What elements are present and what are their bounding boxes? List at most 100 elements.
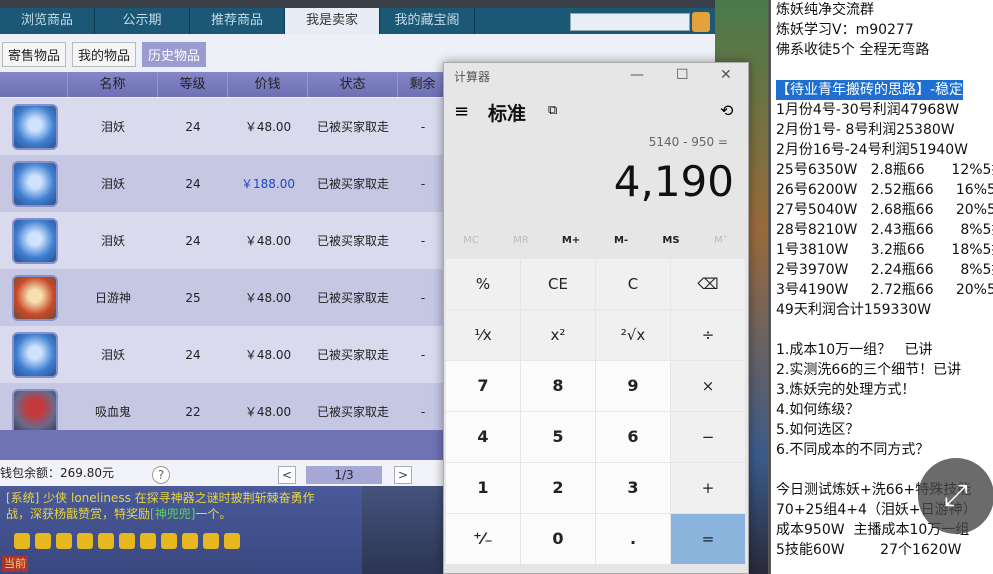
notepad-line: 25号6350W 2.8瓶66 12%5技 (776, 162, 993, 178)
notepad-line: 炼妖学习V：m90277 (776, 22, 914, 38)
keep-on-top-icon[interactable]: ⧉ (548, 103, 557, 118)
pet-status: 已被买家取走 (316, 405, 389, 419)
pet-level: 24 (185, 347, 201, 362)
pet-icon-cell (0, 103, 68, 150)
pet-name: 日游神 (94, 291, 131, 305)
notepad-line: 2月份1号- 8号利润25380W (776, 122, 955, 138)
chat-line-end: 一个。 (195, 507, 232, 521)
key-6-button[interactable]: 6 (596, 412, 670, 462)
chat-item-link[interactable]: [神兜兜] (150, 507, 195, 521)
broom-icon[interactable] (161, 533, 177, 549)
prev-page-button[interactable]: < (278, 466, 296, 484)
col-remain: 剩余 (398, 72, 448, 97)
table-footer-band (0, 430, 445, 460)
maximize-icon[interactable]: ☐ (676, 67, 689, 83)
col-name: 名称 (68, 72, 158, 97)
key-percent-button[interactable]: % (446, 259, 520, 309)
key-equals-button[interactable]: = (671, 514, 745, 564)
notepad-line: 【待业青年搬砖的思路】-稳定 (776, 80, 964, 100)
history-icon[interactable]: ⟲ (720, 101, 733, 120)
menu-icon[interactable]: ≡ (454, 101, 469, 122)
expand-icon[interactable]: ⤢ (918, 458, 993, 534)
doc-icon[interactable] (119, 533, 135, 549)
notepad-line: 炼妖纯净交流群 (776, 2, 874, 18)
keypad: % CE C ⌫ ¹⁄x x² ²√x ÷ 7 8 9 × 4 5 6− 1 2 3 + ⁺⁄₋ 0. = (446, 259, 745, 564)
notepad-line: 1.成本10万一组？ 已讲 (776, 342, 933, 358)
lock-icon[interactable] (140, 533, 156, 549)
pet-status: 已被买家取走 (316, 291, 389, 305)
notepad-line: 28号8210W 2.43瓶66 8%5技 (776, 222, 993, 238)
pet-status: 已被买家取走 (316, 348, 389, 362)
arrow-up-icon[interactable] (35, 533, 51, 549)
minimize-icon[interactable]: — (630, 67, 644, 83)
memory-button[interactable]: MS (646, 235, 696, 246)
pet-level: 24 (185, 119, 201, 134)
pet-status: 已被买家取走 (316, 120, 389, 134)
pet-remain: - (420, 233, 426, 248)
memory-button[interactable]: M- (596, 235, 646, 246)
memory-button[interactable]: M+ (546, 235, 596, 246)
subtab-history[interactable]: 历史物品 (142, 42, 207, 67)
chat-bubble-icon[interactable] (182, 533, 198, 549)
pet-name: 吸血鬼 (94, 405, 131, 419)
search-icon[interactable] (98, 533, 114, 549)
arrow-left-icon[interactable] (14, 533, 30, 549)
pet-price: ￥48.00 (244, 120, 292, 134)
tab-public[interactable]: 公示期 (95, 8, 190, 34)
pet-remain: - (420, 176, 426, 191)
list-icon[interactable] (203, 533, 219, 549)
key-subtract-button[interactable]: − (671, 412, 745, 462)
tab-my-treasure[interactable]: 我的藏宝阁 (380, 8, 475, 34)
memory-button[interactable]: MC (446, 235, 496, 246)
notepad-line: 2号3970W 2.24瓶66 8%5技 (776, 262, 993, 278)
chevron-down-icon[interactable] (224, 533, 240, 549)
pet-avatar (12, 217, 58, 264)
pet-name: 泪妖 (100, 177, 125, 191)
key-2-button[interactable]: 2 (521, 463, 595, 513)
subtab-consign[interactable]: 寄售物品 (2, 42, 67, 67)
arrow-down-icon[interactable] (56, 533, 72, 549)
close-icon[interactable]: ✕ (720, 67, 732, 83)
notepad-line: 佛系收徒5个 全程无弯路 (776, 42, 930, 58)
key-3-button[interactable]: 3 (596, 463, 670, 513)
key-decimal-button[interactable]: . (596, 514, 670, 564)
calc-expression: 5140 - 950 = (648, 135, 728, 149)
tab-recommend[interactable]: 推荐商品 (190, 8, 285, 34)
key-backspace-button[interactable]: ⌫ (671, 259, 745, 309)
key-clear-button[interactable]: C (596, 259, 670, 309)
next-page-button[interactable]: > (394, 466, 412, 484)
key-8-button[interactable]: 8 (521, 361, 595, 411)
key-clear-entry-button[interactable]: CE (521, 259, 595, 309)
calculator-window: MC MR M+ M- MS M˅ % CE C ⌫ ¹⁄x x² ²√x ÷ 7 8 9 × 4 5 6− 1 2 3 + ⁺… (443, 62, 749, 574)
memory-button[interactable]: MR (496, 235, 546, 246)
memory-button[interactable]: M˅ (696, 235, 746, 246)
help-button[interactable]: ? (152, 466, 170, 484)
key-4-button[interactable]: 4 (446, 412, 520, 462)
key-1-button[interactable]: 1 (446, 463, 520, 513)
notepad-line (776, 60, 993, 80)
pet-remain: - (420, 119, 426, 134)
notepad-line (776, 320, 993, 340)
key-reciprocal-button[interactable]: ¹⁄x (446, 310, 520, 360)
key-multiply-button[interactable]: × (671, 361, 745, 411)
key-0-button[interactable]: 0 (521, 514, 595, 564)
move-icon[interactable] (77, 533, 93, 549)
pet-price: ￥48.00 (244, 405, 292, 419)
key-negate-button[interactable]: ⁺⁄₋ (446, 514, 520, 564)
tab-browse[interactable]: 浏览商品 (0, 8, 95, 34)
key-add-button[interactable]: + (671, 463, 745, 513)
key-9-button[interactable]: 9 (596, 361, 670, 411)
key-square-button[interactable]: x² (521, 310, 595, 360)
key-sqrt-button[interactable]: ²√x (596, 310, 670, 360)
channel-current[interactable]: 当前 (2, 556, 28, 572)
search-input[interactable] (570, 13, 690, 31)
tab-seller[interactable]: 我是卖家 (285, 8, 380, 34)
col-price: 价钱 (228, 72, 308, 97)
subtab-my-items[interactable]: 我的物品 (72, 42, 137, 67)
key-divide-button[interactable]: ÷ (671, 310, 745, 360)
pet-remain: - (420, 347, 426, 362)
col-level: 等级 (158, 72, 228, 97)
search-button[interactable] (692, 12, 710, 32)
key-5-button[interactable]: 5 (521, 412, 595, 462)
key-7-button[interactable]: 7 (446, 361, 520, 411)
